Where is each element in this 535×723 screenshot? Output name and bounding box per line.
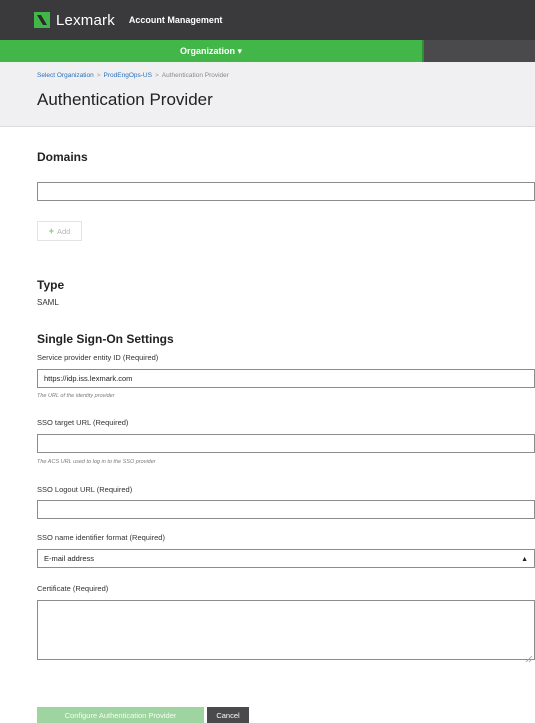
top-bar: Lexmark Account Management bbox=[0, 0, 535, 40]
sso-target-url-input[interactable] bbox=[37, 434, 535, 453]
domains-heading: Domains bbox=[37, 150, 88, 164]
breadcrumb-select-organization[interactable]: Select Organization bbox=[37, 72, 94, 79]
organization-bar: Organization ▾ bbox=[0, 40, 535, 62]
certificate-label: Certificate (Required) bbox=[37, 584, 109, 593]
name-identifier-format-label: SSO name identifier format (Required) bbox=[37, 533, 165, 542]
sso-target-url-label: SSO target URL (Required) bbox=[37, 418, 129, 427]
plus-icon: + bbox=[48, 226, 54, 236]
app-title: Account Management bbox=[128, 15, 223, 25]
sso-target-url-hint: The ACS URL used to log in to the SSO pr… bbox=[37, 459, 156, 465]
configure-authentication-provider-button[interactable]: Configure Authentication Provider bbox=[37, 707, 204, 723]
type-heading: Type bbox=[37, 278, 65, 292]
breadcrumb-organization[interactable]: ProdEngOps-US bbox=[104, 72, 152, 79]
brand-name[interactable]: Lexmark bbox=[56, 12, 115, 29]
page-title: Authentication Provider bbox=[37, 90, 213, 109]
breadcrumb-separator: > bbox=[96, 72, 101, 79]
cancel-button[interactable]: Cancel bbox=[207, 707, 249, 723]
sso-logout-url-input[interactable] bbox=[37, 500, 535, 519]
certificate-textarea[interactable] bbox=[37, 600, 535, 663]
add-domain-button[interactable]: + Add bbox=[37, 221, 82, 241]
page-header: Select Organization > ProdEngOps-US > Authen… bbox=[0, 62, 535, 127]
breadcrumb-separator: > bbox=[154, 72, 159, 79]
entity-id-input[interactable] bbox=[37, 369, 535, 388]
organization-bar-filler bbox=[424, 40, 535, 62]
breadcrumb-current: Authentication Provider bbox=[161, 72, 229, 79]
sso-logout-url-label: SSO Logout URL (Required) bbox=[37, 485, 133, 494]
type-value: SAML bbox=[37, 298, 59, 307]
sso-settings-heading: Single Sign-On Settings bbox=[37, 332, 174, 346]
resize-handle-icon[interactable] bbox=[525, 650, 533, 663]
name-identifier-format-value: E-mail address bbox=[44, 554, 95, 563]
entity-id-hint: The URL of the identity provider bbox=[37, 393, 115, 399]
dropdown-arrow-icon: ▲ bbox=[521, 556, 528, 563]
entity-id-label: Service provider entity ID (Required) bbox=[37, 353, 159, 362]
lexmark-logo-icon[interactable] bbox=[34, 12, 50, 28]
organization-menu-label: Organization ▾ bbox=[179, 45, 243, 56]
add-domain-label: Add bbox=[56, 226, 71, 236]
breadcrumb: Select Organization > ProdEngOps-US > Authen… bbox=[37, 72, 229, 79]
organization-menu[interactable]: Organization ▾ bbox=[0, 40, 424, 62]
domain-input[interactable] bbox=[37, 182, 535, 201]
name-identifier-format-select[interactable]: E-mail address ▲ bbox=[37, 549, 535, 568]
